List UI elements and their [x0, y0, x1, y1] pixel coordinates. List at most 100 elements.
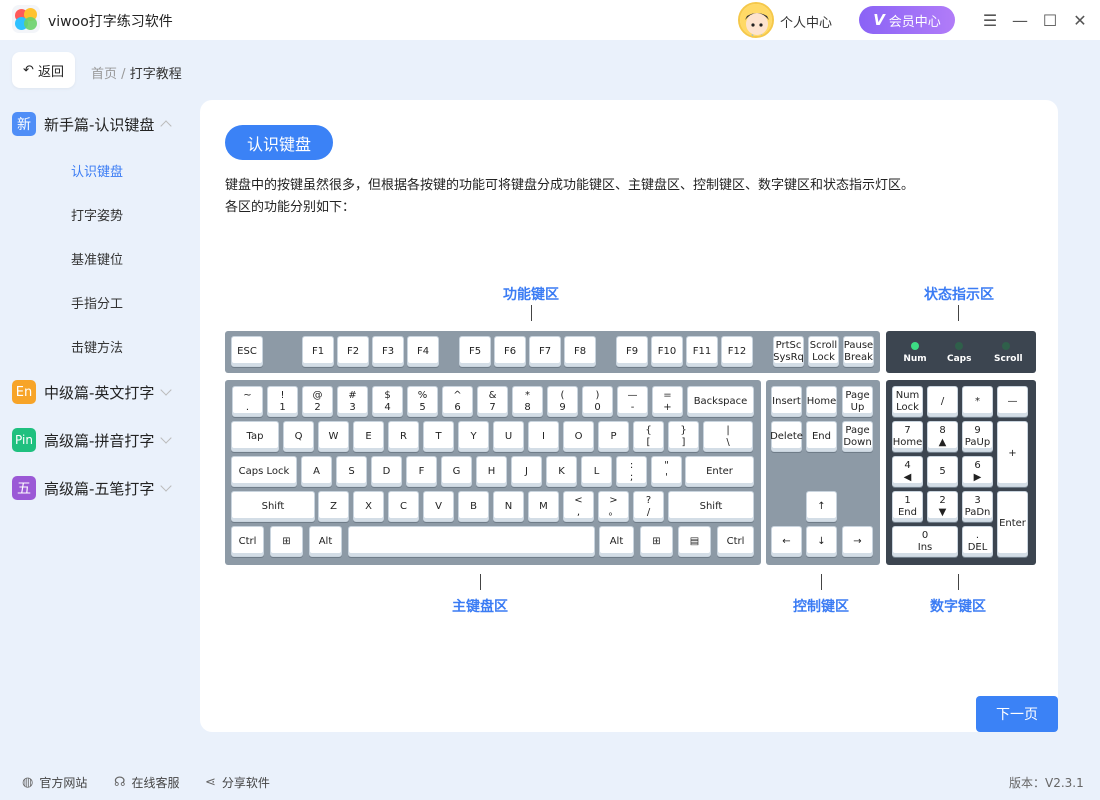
- key-numpad: Num Lock: [892, 386, 923, 417]
- section-tag: 认识键盘: [225, 125, 333, 160]
- maximize-icon[interactable]: ☐: [1040, 10, 1060, 30]
- menu-icon[interactable]: ☰: [980, 10, 1000, 30]
- key-legend: ▼: [938, 506, 947, 518]
- zone-label-control: 控制键区: [793, 599, 849, 615]
- key: W: [318, 421, 349, 452]
- key: $4: [372, 386, 403, 417]
- key-legend: Down: [843, 436, 872, 448]
- key: Tap: [231, 421, 279, 452]
- key-legend: Caps Lock: [238, 465, 290, 477]
- sidebar-item-finger-division[interactable]: 手指分工: [71, 293, 123, 312]
- key-f12: F12: [721, 336, 753, 367]
- key-legend: =: [663, 389, 672, 401]
- back-button[interactable]: ↶ 返回: [12, 52, 75, 88]
- section-label: 高级篇-拼音打字: [44, 431, 155, 450]
- key: @2: [302, 386, 333, 417]
- key: K: [546, 456, 577, 487]
- key-legend: ': [665, 471, 668, 483]
- key: U: [493, 421, 524, 452]
- key-f8: F8: [564, 336, 596, 367]
- key-legend: Lock: [896, 401, 919, 413]
- key-legend: —: [627, 389, 638, 401]
- key-legend: /: [646, 506, 651, 518]
- key-sys: Scroll Lock: [808, 336, 839, 367]
- key: Shift: [231, 491, 315, 522]
- sidebar-item-home-keys[interactable]: 基准键位: [71, 249, 123, 268]
- key-legend: ⊞: [652, 535, 661, 547]
- key: I: [528, 421, 559, 452]
- footer-link-label: 官方网站: [39, 776, 88, 790]
- vip-center-button[interactable]: V 会员中心: [859, 6, 955, 34]
- key-legend: P: [610, 430, 617, 442]
- key: Alt: [599, 526, 634, 557]
- key-legend: #: [348, 389, 357, 401]
- title-bar: viwoo打字练习软件 个人中心 V 会员中心 ☰ — ☐ ✕: [0, 0, 1100, 40]
- key-legend: F4: [416, 345, 430, 357]
- sidebar-section-english[interactable]: En 中级篇-英文打字: [12, 379, 192, 405]
- key-legend: C: [400, 500, 407, 512]
- key: = +: [652, 386, 683, 417]
- footer-online-service[interactable]: ☊ 在线客服: [114, 774, 180, 791]
- next-page-button[interactable]: 下一页: [976, 696, 1058, 732]
- user-avatar[interactable]: [738, 2, 774, 38]
- key-legend: \: [726, 436, 730, 448]
- key-control: Insert: [771, 386, 802, 417]
- key-legend: Scroll: [809, 339, 838, 351]
- key-legend: —: [1007, 395, 1018, 407]
- key-legend: F: [418, 465, 425, 477]
- key-legend: Home: [892, 436, 923, 448]
- key-legend: SysRq: [773, 351, 804, 363]
- key-f9: F9: [616, 336, 648, 367]
- key: ^ 6: [442, 386, 473, 417]
- key-legend: PaDn: [964, 506, 991, 518]
- key-legend: ]: [681, 436, 686, 448]
- key-legend: Shift: [261, 500, 285, 512]
- key-legend: +: [1008, 448, 1017, 459]
- description-line: 键盘中的按键虽然很多，但根据各按键的功能可将键盘分成功能键区、主键盘区、控制键区…: [225, 178, 915, 193]
- key-legend: B: [470, 500, 477, 512]
- key: O: [563, 421, 594, 452]
- key-numpad: 8 ▲: [927, 421, 958, 452]
- key: Alt: [309, 526, 342, 557]
- sidebar-item-posture[interactable]: 打字姿势: [71, 205, 123, 224]
- key-legend: ↓: [817, 535, 826, 547]
- sidebar-section-pinyin[interactable]: Pin 高级篇-拼音打字: [12, 427, 192, 453]
- key-legend: -: [630, 401, 635, 413]
- key: ~.: [232, 386, 263, 417]
- key: {[: [633, 421, 664, 452]
- sidebar-section-wubi[interactable]: 五 高级篇-五笔打字: [12, 475, 192, 501]
- sidebar-item-keystroke[interactable]: 击键方法: [71, 337, 123, 356]
- footer-link-label: 在线客服: [131, 776, 180, 790]
- minimize-icon[interactable]: —: [1010, 10, 1030, 30]
- key: M: [528, 491, 559, 522]
- key-legend: Enter: [706, 465, 733, 477]
- key-legend: <: [574, 494, 583, 506]
- key-legend: ^: [453, 389, 462, 401]
- key-legend: 5: [419, 401, 426, 413]
- key-legend: M: [539, 500, 548, 512]
- key-legend: ": [664, 459, 669, 471]
- key-legend: 4: [384, 401, 391, 413]
- sidebar-item-know-keyboard[interactable]: 认识键盘: [71, 161, 123, 180]
- avatar-face-icon: [740, 4, 772, 36]
- key-f1: F1: [302, 336, 334, 367]
- key-legend: 5: [939, 465, 946, 477]
- footer-official-site[interactable]: ◍ 官方网站: [22, 774, 87, 791]
- key: N: [493, 491, 524, 522]
- user-center-link[interactable]: 个人中心: [780, 12, 832, 31]
- key-numpad: 9 PaUp: [962, 421, 993, 452]
- footer-share[interactable]: ⋖ 分享软件: [205, 774, 270, 791]
- zone-label-function: 功能键区: [503, 287, 559, 303]
- key: Q: [283, 421, 314, 452]
- sidebar-section-beginner[interactable]: 新 新手篇-认识键盘: [12, 111, 192, 137]
- close-icon[interactable]: ✕: [1070, 10, 1090, 30]
- breadcrumb-home[interactable]: 首页: [91, 67, 117, 82]
- key-legend: DEL: [967, 541, 988, 553]
- key: ) 0: [582, 386, 613, 417]
- section-badge-icon: 五: [12, 476, 36, 500]
- key-legend: %: [417, 389, 428, 401]
- key-legend: +: [663, 401, 672, 413]
- key-numpad: 7 Home: [892, 421, 923, 452]
- key-legend: ◀: [903, 471, 912, 483]
- key-legend: ←: [782, 535, 791, 547]
